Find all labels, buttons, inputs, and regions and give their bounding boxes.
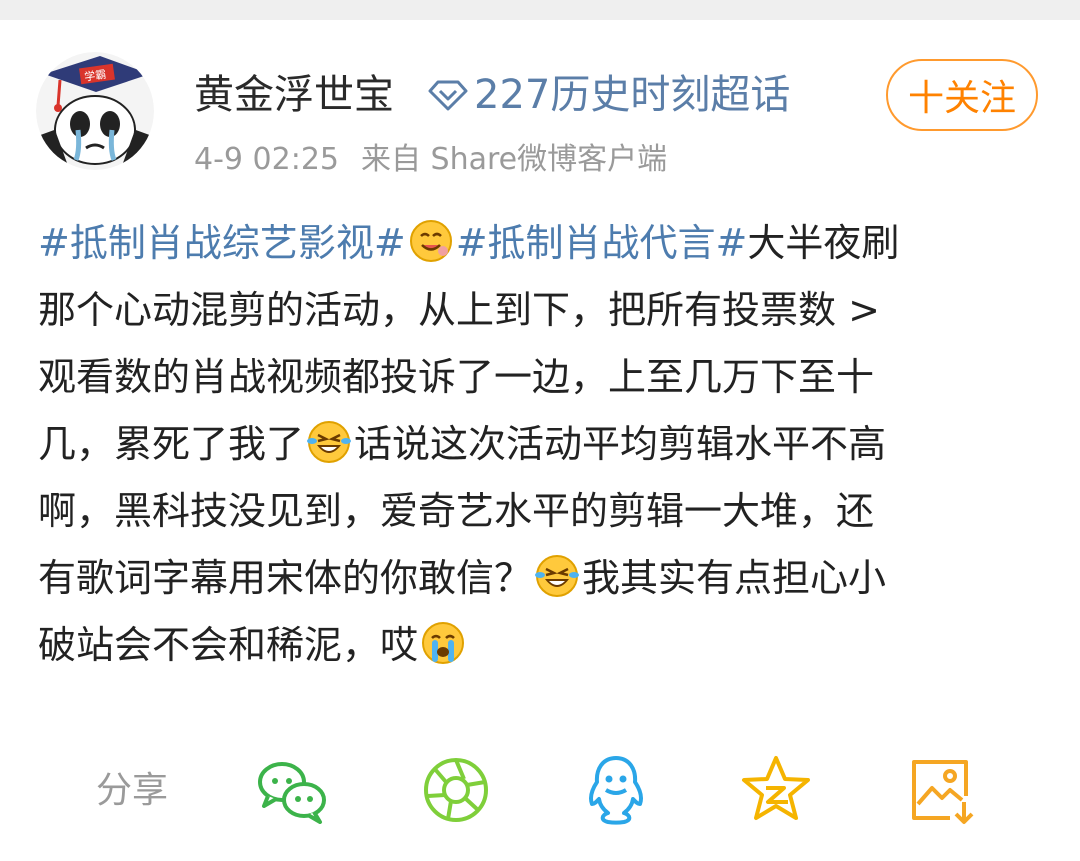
follow-button[interactable]: 十关注 bbox=[886, 59, 1038, 131]
post-text: 话说这次活动平均剪辑水平不高 bbox=[354, 422, 887, 466]
wechat-icon[interactable] bbox=[254, 752, 330, 828]
drooling-face-emoji-icon bbox=[409, 220, 452, 262]
save-image-icon[interactable] bbox=[904, 752, 980, 828]
post-line-7: 破站会不会和稀泥，哎 bbox=[38, 612, 1048, 679]
supertopic-badge[interactable]: 227历史时刻超话 bbox=[428, 64, 790, 126]
laughing-tears-emoji-icon bbox=[535, 555, 580, 597]
author-name[interactable]: 黄金浮世宝 bbox=[194, 64, 394, 126]
post-body: #抵制肖战综艺影视# #抵制肖战代言#大半夜刷 那个心动混剪的活动，从上到下，把… bbox=[38, 210, 1048, 679]
post-time: 4-9 02:25 bbox=[194, 142, 339, 177]
post-line-4: 几，累死了我了 话说这次活动平均剪辑水平不高 bbox=[38, 411, 1048, 478]
post-text: 大半夜刷 bbox=[747, 221, 900, 265]
post-text: 几，累死了我了 bbox=[38, 422, 305, 466]
panda-graduate-avatar-icon: 学霸 bbox=[36, 52, 154, 170]
laughing-tears-emoji-icon bbox=[307, 421, 352, 463]
post-line-3: 观看数的肖战视频都投诉了一边，上至几万下至十 bbox=[38, 355, 875, 399]
qzone-icon[interactable] bbox=[738, 752, 814, 828]
hashtag-link[interactable]: #抵制肖战综艺影视# bbox=[38, 221, 406, 265]
post-line-1: #抵制肖战综艺影视# #抵制肖战代言#大半夜刷 bbox=[38, 210, 1048, 277]
hashtag-link[interactable]: #抵制肖战代言# bbox=[456, 221, 748, 265]
post-meta: 4-9 02:25 来自 Share微博客户端 bbox=[194, 140, 667, 180]
post-text: 我其实有点担心小 bbox=[582, 556, 887, 600]
diamond-icon bbox=[428, 80, 468, 111]
post-text: 破站会不会和稀泥，哎 bbox=[38, 623, 419, 667]
post-line-2: 那个心动混剪的活动，从上到下，把所有投票数 > bbox=[38, 288, 880, 332]
post-text: 有歌词字幕用宋体的你敢信？ bbox=[38, 556, 533, 600]
moments-icon[interactable] bbox=[418, 752, 494, 828]
post-line-5: 啊，黑科技没见到，爱奇艺水平的剪辑一大堆，还 bbox=[38, 489, 875, 533]
share-label: 分享 bbox=[96, 770, 169, 811]
avatar[interactable]: 学霸 bbox=[36, 52, 154, 170]
top-divider bbox=[0, 0, 1080, 20]
qq-icon[interactable] bbox=[578, 752, 654, 828]
post-line-6: 有歌词字幕用宋体的你敢信？ 我其实有点担心小 bbox=[38, 545, 1048, 612]
crying-face-emoji-icon bbox=[422, 622, 465, 664]
supertopic-badge-text: 227历史时刻超话 bbox=[474, 72, 791, 118]
post-source: 来自 Share微博客户端 bbox=[361, 142, 668, 177]
